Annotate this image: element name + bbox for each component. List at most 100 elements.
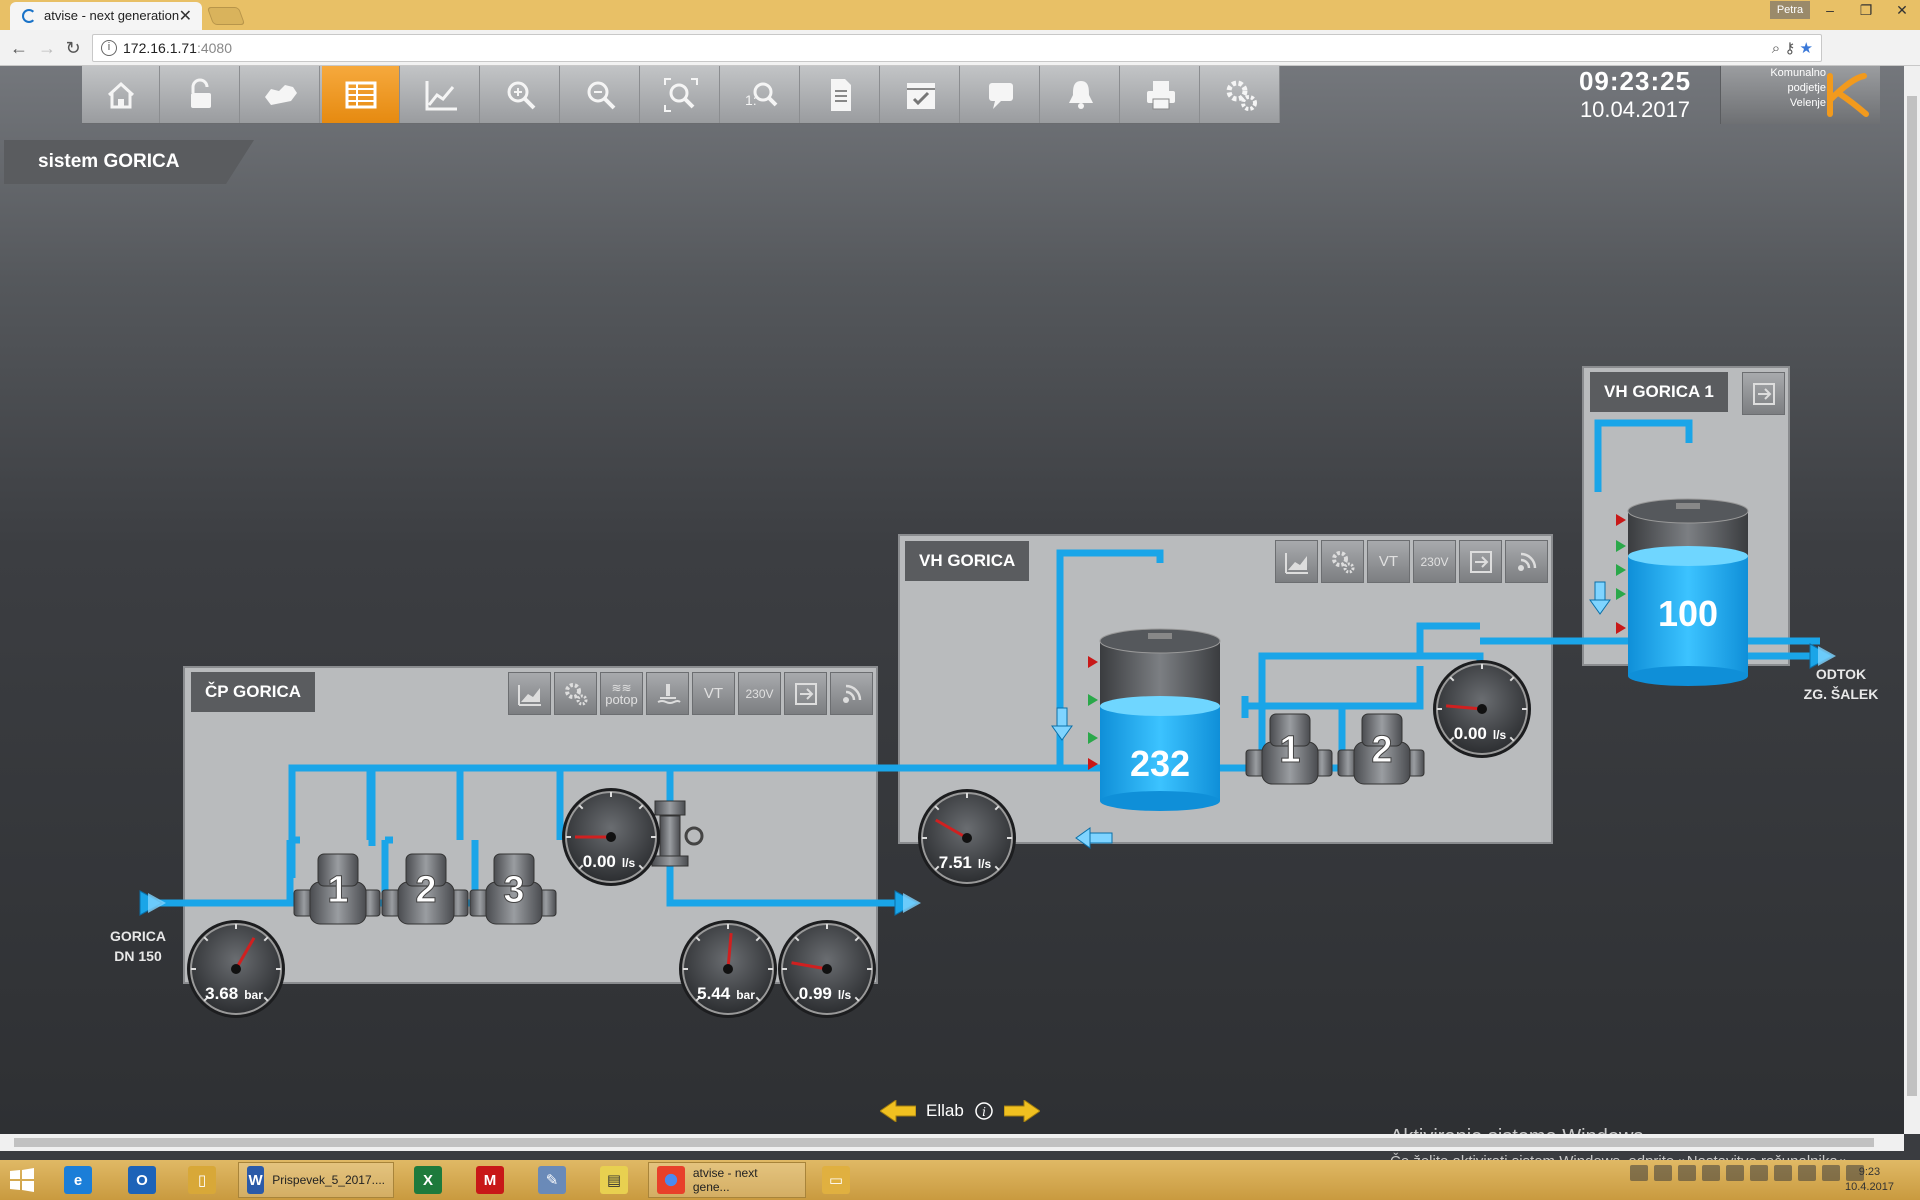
- cp-gorica-title: ČP GORICA: [191, 672, 316, 712]
- scada-app: 1: 09:23:25 10.04.2017 Komunalno podjetje…: [0, 66, 1904, 1170]
- table-icon: [345, 81, 376, 108]
- cp-exit-button[interactable]: [784, 672, 827, 715]
- tray-icon[interactable]: [1750, 1165, 1768, 1181]
- company-logo: Komunalno podjetje Velenje: [1720, 66, 1880, 124]
- sticky-notes-taskbar-icon[interactable]: ▤: [600, 1162, 628, 1198]
- zoom-out-button[interactable]: [562, 66, 640, 123]
- key-icon[interactable]: ⚷: [1784, 40, 1795, 57]
- zoom-reset-button[interactable]: 1:: [722, 66, 800, 123]
- document-button[interactable]: [802, 66, 880, 123]
- previous-arrow-icon[interactable]: [880, 1100, 916, 1122]
- settings-icon: [1331, 550, 1354, 573]
- paint-taskbar-icon[interactable]: ✎: [538, 1162, 566, 1198]
- zoom-out-icon: [587, 81, 615, 109]
- cp-flood-button[interactable]: [646, 672, 689, 715]
- cp-signal-button[interactable]: [830, 672, 873, 715]
- cp-230v-button[interactable]: 230V: [738, 672, 781, 715]
- calendar-button[interactable]: [882, 66, 960, 123]
- alarm-bell-button[interactable]: [1042, 66, 1120, 123]
- minimize-icon[interactable]: –: [1812, 0, 1848, 20]
- zoom-fit-button[interactable]: [642, 66, 720, 123]
- tray-icon[interactable]: [1702, 1165, 1720, 1181]
- word-task-button[interactable]: W Prispevek_5_2017....: [238, 1162, 394, 1198]
- next-arrow-icon[interactable]: [1003, 1100, 1040, 1122]
- url-text: 172.16.1.71:4080: [123, 40, 233, 56]
- ie-taskbar-icon[interactable]: e: [64, 1162, 92, 1198]
- vh-trend-button[interactable]: [1275, 540, 1318, 583]
- home-button[interactable]: [82, 66, 160, 123]
- cp-settings-button[interactable]: [554, 672, 597, 715]
- zoom-indicator-icon[interactable]: ⌕: [1772, 40, 1780, 57]
- vh-230v-button[interactable]: 230V: [1413, 540, 1456, 583]
- folder-taskbar-icon[interactable]: ▭: [822, 1162, 850, 1198]
- map-icon: [264, 84, 297, 105]
- system-tray: [1630, 1165, 1864, 1181]
- vh-exit-button[interactable]: [1459, 540, 1502, 583]
- explorer-taskbar-icon[interactable]: ▯: [188, 1162, 216, 1198]
- zoom-in-icon: [507, 81, 535, 109]
- atvise-favicon-icon: [22, 9, 36, 23]
- chart-button[interactable]: [402, 66, 480, 123]
- trend-icon: [1284, 552, 1308, 574]
- settings-button[interactable]: [1202, 66, 1280, 123]
- reload-icon[interactable]: ↻: [62, 37, 84, 59]
- chrome-icon: [657, 1166, 685, 1194]
- tray-icon[interactable]: [1798, 1165, 1816, 1181]
- zoom-in-button[interactable]: [482, 66, 560, 123]
- vh-settings-button[interactable]: [1321, 540, 1364, 583]
- vh-gorica1-panel: VH GORICA 1: [1582, 366, 1790, 666]
- flood-icon: [657, 683, 681, 704]
- excel-taskbar-icon[interactable]: X: [414, 1162, 442, 1198]
- tray-icon[interactable]: [1630, 1165, 1648, 1181]
- cp-vt-button[interactable]: VT: [692, 672, 735, 715]
- tray-icon[interactable]: [1774, 1165, 1792, 1181]
- cp-trend-button[interactable]: [508, 672, 551, 715]
- vh-vt-button[interactable]: VT: [1367, 540, 1410, 583]
- tab-title: atvise - next generation: [44, 8, 180, 23]
- start-button[interactable]: [8, 1162, 36, 1198]
- table-button[interactable]: [322, 66, 400, 123]
- site-info-icon[interactable]: i: [101, 40, 117, 56]
- messages-icon: [988, 82, 1013, 109]
- taskbar-clock[interactable]: 9:23 10.4.2017: [1845, 1165, 1894, 1195]
- url-field[interactable]: i 172.16.1.71:4080 ⌕ ⚷ ★: [92, 34, 1822, 62]
- back-icon[interactable]: ←: [8, 37, 30, 59]
- tab-close-icon[interactable]: ✕: [179, 6, 192, 26]
- print-button[interactable]: [1122, 66, 1200, 123]
- info-icon[interactable]: i: [974, 1101, 994, 1121]
- new-tab-button[interactable]: [206, 7, 246, 25]
- exit-icon: [1469, 550, 1492, 573]
- svg-text:i: i: [982, 1105, 986, 1119]
- zoom-fit-icon: [663, 77, 698, 112]
- vh-gorica1-title: VH GORICA 1: [1590, 372, 1728, 412]
- exit-button[interactable]: [1742, 372, 1785, 415]
- volume-icon[interactable]: [1822, 1165, 1840, 1181]
- app-taskbar-icon-red[interactable]: M: [476, 1162, 504, 1198]
- forward-icon[interactable]: →: [36, 37, 58, 59]
- tray-icon[interactable]: [1654, 1165, 1672, 1181]
- chrome-task-button[interactable]: atvise - next gene...: [648, 1162, 806, 1198]
- outlook-taskbar-icon[interactable]: O: [128, 1162, 156, 1198]
- tray-icon[interactable]: [1678, 1165, 1696, 1181]
- bookmark-star-icon[interactable]: ★: [1800, 40, 1813, 57]
- unlock-icon: [190, 78, 211, 108]
- tray-icon[interactable]: [1726, 1165, 1744, 1181]
- vh-signal-button[interactable]: [1505, 540, 1548, 583]
- horizontal-scrollbar[interactable]: [0, 1134, 1904, 1151]
- vh-gorica-iconbar: VT 230V: [1275, 540, 1548, 583]
- restore-icon[interactable]: ❐: [1848, 0, 1884, 20]
- word-icon: W: [247, 1166, 265, 1194]
- unlock-button[interactable]: [162, 66, 240, 123]
- bottom-navigation: Ellab i: [880, 1096, 1040, 1126]
- address-icons: ⌕ ⚷ ★: [1772, 39, 1813, 57]
- close-window-icon[interactable]: ✕: [1884, 0, 1920, 20]
- nav-label: Ellab: [926, 1101, 964, 1120]
- cp-gorica-panel: ČP GORICA ≋≋ potop VT 230V: [183, 666, 878, 984]
- profile-button[interactable]: Petra: [1770, 1, 1810, 19]
- browser-tab[interactable]: atvise - next generation ✕: [10, 2, 202, 30]
- map-button[interactable]: [242, 66, 320, 123]
- settings-icon: [564, 682, 587, 705]
- messages-button[interactable]: [962, 66, 1040, 123]
- cp-potop-button[interactable]: ≋≋ potop: [600, 672, 643, 715]
- vertical-scrollbar[interactable]: [1904, 66, 1920, 1134]
